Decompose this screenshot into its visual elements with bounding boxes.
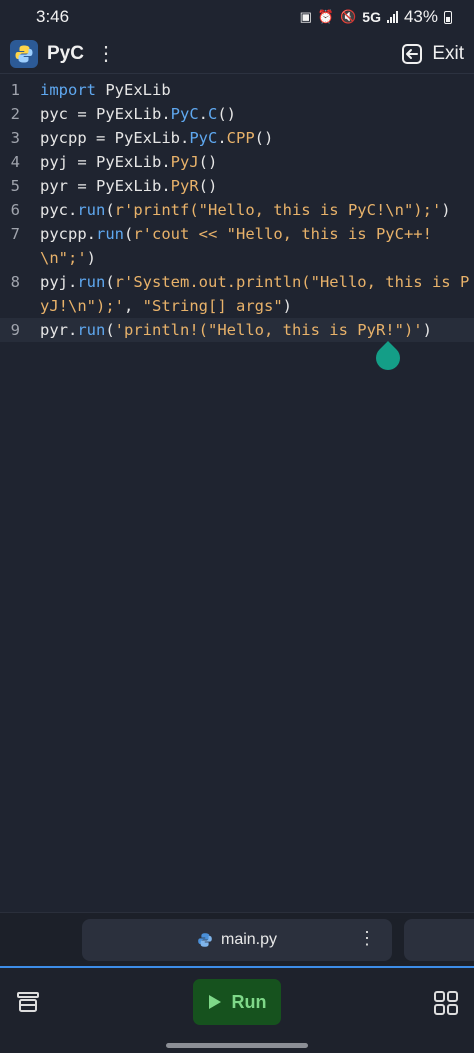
exit-button[interactable]: Exit [400, 42, 464, 66]
file-tab-strip: main.py ⋮ [0, 912, 474, 967]
bottom-bar: Run [0, 968, 474, 1053]
file-tab-next[interactable] [404, 919, 474, 961]
more-menu-icon[interactable]: ⋮ [96, 44, 116, 64]
line-number: 8 [10, 273, 20, 291]
code-token: . [198, 105, 208, 123]
file-tab-label: main.py [220, 931, 278, 948]
run-button[interactable]: Run [193, 979, 281, 1025]
code-token: PyExLib [96, 81, 171, 99]
code-token: pyj. [40, 273, 78, 291]
code-line[interactable]: 1 import PyExLib [0, 78, 474, 102]
code-line[interactable]: 6 pyc.run(r'printf("Hello, this is PyC!\n… [0, 198, 474, 222]
layers-icon [17, 992, 39, 1012]
file-tab-more-icon[interactable]: ⋮ [358, 928, 376, 949]
code-line[interactable]: 4 pyj = PyExLib.PyJ() [0, 150, 474, 174]
code-token: ( [105, 273, 115, 291]
file-tab-main[interactable]: main.py ⋮ [82, 919, 392, 961]
code-line[interactable]: 7 pycpp.run(r'cout << "Hello, this is PyC… [0, 222, 474, 270]
code-token: run [77, 273, 106, 291]
cursor-handle[interactable] [371, 341, 405, 375]
code-token: pycpp = PyExLib. [40, 129, 190, 147]
code-token: CPP [226, 129, 255, 147]
code-token: PyC [170, 105, 199, 123]
code-token: pyr = PyExLib. [40, 177, 171, 195]
code-line[interactable]: 3 pycpp = PyExLib.PyC.CPP() [0, 126, 474, 150]
code-token: 'println!("Hello, this is PyR!")' [114, 321, 423, 339]
code-token: pyr. [40, 321, 78, 339]
line-number: 2 [10, 105, 20, 123]
status-time: 3:46 [36, 7, 70, 26]
exit-label: Exit [432, 42, 464, 64]
code-token: , [124, 297, 143, 315]
python-logo-icon [10, 39, 38, 68]
code-token: ( [105, 201, 115, 219]
status-bar: 3:46 ▣ ⏰ 🔇 5G 43% [0, 0, 474, 34]
signal-icon [386, 11, 398, 23]
line-number: 9 [10, 321, 20, 339]
line-number: 6 [10, 201, 20, 219]
grid-icon [434, 991, 458, 1015]
run-label: Run [231, 991, 267, 1012]
code-token: pyc. [40, 201, 78, 219]
code-token: "String[] args" [142, 297, 283, 315]
code-token: . [217, 129, 227, 147]
mute-icon: 🔇 [340, 9, 357, 24]
code-token: import [40, 81, 96, 99]
code-token: ( [105, 321, 115, 339]
alarm-icon: ⏰ [317, 9, 335, 24]
grid-button[interactable] [433, 990, 459, 1021]
code-token: PyC [189, 129, 218, 147]
exit-icon [402, 43, 423, 64]
code-token: run [77, 201, 106, 219]
line-number: 1 [10, 81, 20, 99]
code-token: () [198, 177, 218, 195]
status-icons: ▣ ⏰ 🔇 5G 43% [300, 7, 452, 27]
code-token: () [198, 153, 218, 171]
code-token: r'printf("Hello, this is PyC!\n");' [114, 201, 442, 219]
code-token: ) [422, 321, 432, 339]
code-token: pyj = PyExLib. [40, 153, 171, 171]
battery-percent: 43% [403, 7, 438, 26]
code-token: PyR [170, 177, 199, 195]
code-token: () [254, 129, 274, 147]
line-number: 4 [10, 153, 20, 171]
code-line[interactable]: 8 pyj.run(r'System.out.println("Hello, th… [0, 270, 474, 318]
line-number: 5 [10, 177, 20, 195]
code-token: () [217, 105, 237, 123]
code-token: pycpp. [40, 225, 96, 243]
notification-icon: ▣ [299, 9, 312, 24]
app-title: PyC [47, 42, 84, 64]
play-icon [208, 995, 221, 1009]
app-bar: PyC ⋮ Exit [0, 34, 474, 74]
code-token: ) [441, 201, 451, 219]
line-number: 3 [10, 129, 20, 147]
code-line[interactable]: 2 pyc = PyExLib.PyC.C() [0, 102, 474, 126]
gesture-bar [166, 1043, 308, 1048]
battery-icon [444, 10, 452, 24]
line-number: 7 [10, 225, 20, 243]
code-token: pyc = PyExLib. [40, 105, 171, 123]
code-token: PyJ [170, 153, 199, 171]
code-token: run [77, 321, 106, 339]
network-type: 5G [362, 9, 381, 25]
code-token: run [96, 225, 124, 243]
code-line[interactable]: 5 pyr = PyExLib.PyR() [0, 174, 474, 198]
python-file-icon [198, 933, 212, 947]
code-token: ( [124, 225, 134, 243]
code-editor[interactable]: 1 import PyExLib 2 pyc = PyExLib.PyC.C() 3 py… [0, 78, 474, 342]
layers-button[interactable] [16, 990, 40, 1019]
code-token: ) [282, 297, 292, 315]
code-token: ) [86, 249, 97, 267]
code-token: C [208, 105, 218, 123]
code-line[interactable]: 9 pyr.run('println!("Hello, this is PyR!"… [0, 318, 474, 342]
